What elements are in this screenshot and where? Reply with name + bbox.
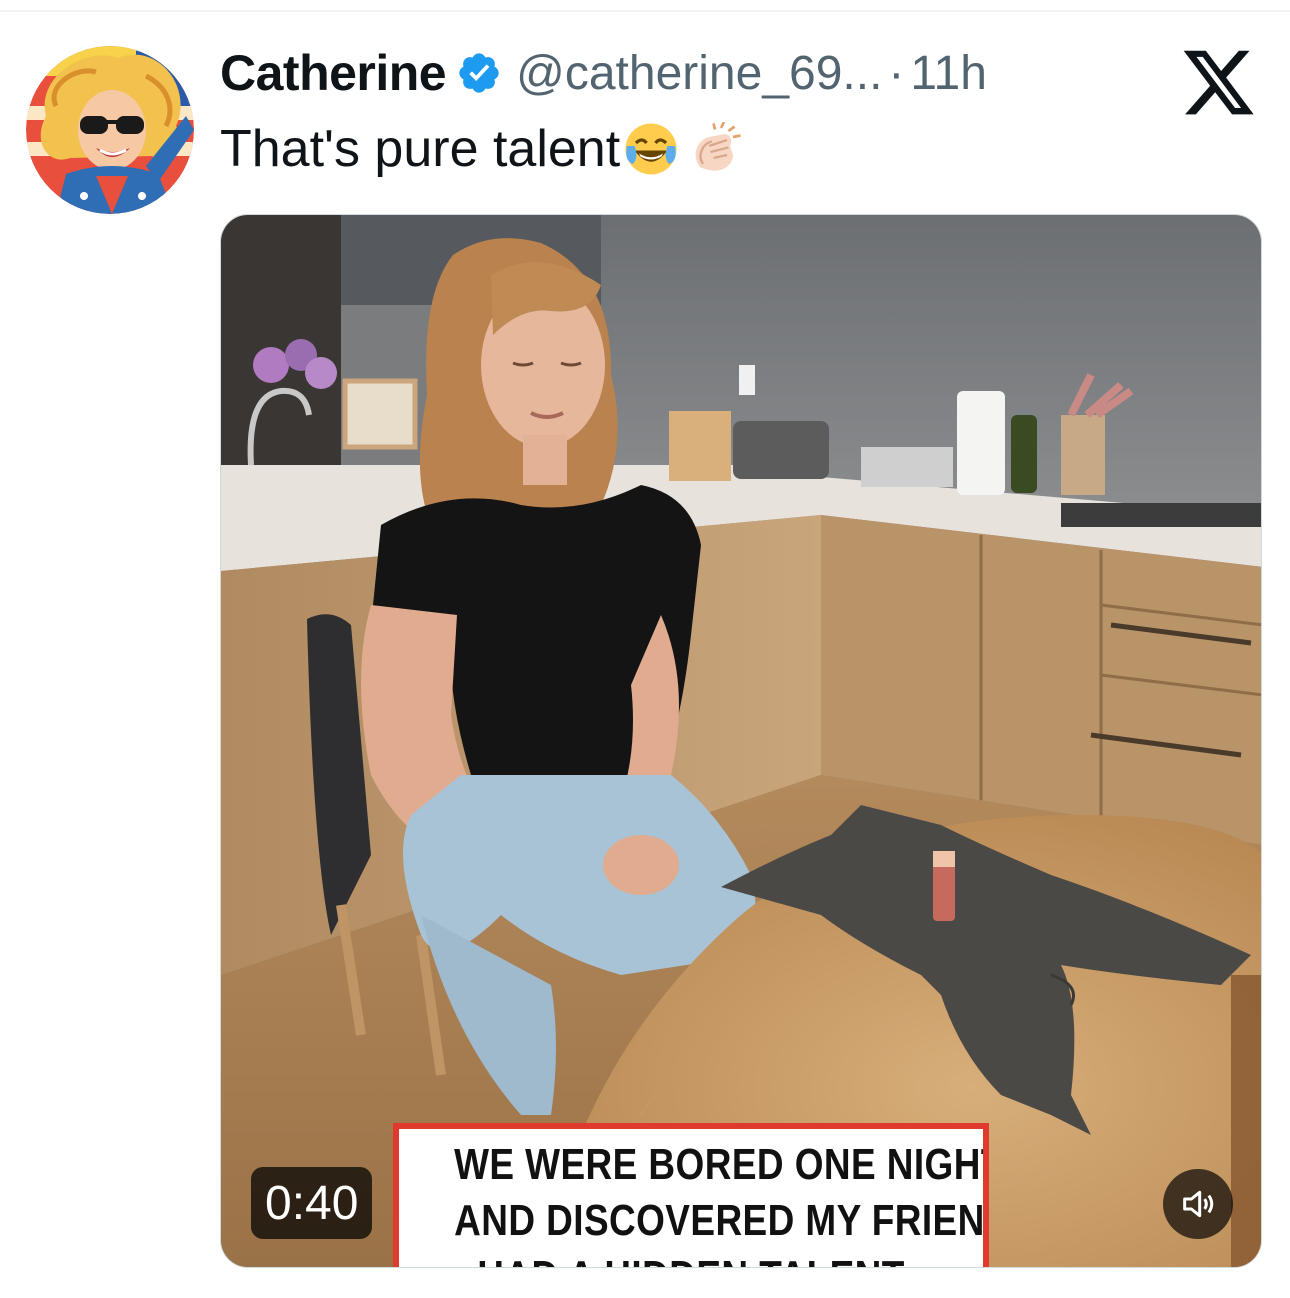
- author-handle[interactable]: @catherine_69...: [516, 46, 882, 101]
- tweet-text: That's pure talent: [220, 114, 742, 184]
- video-frame: [221, 215, 1261, 1267]
- verified-badge-icon: [456, 50, 502, 96]
- top-divider: [0, 10, 1290, 12]
- tweet-timestamp[interactable]: 11h: [910, 46, 987, 101]
- x-logo-icon[interactable]: [1180, 46, 1258, 116]
- caption-line-3: HAD A HIDDEN TALENT: [454, 1249, 928, 1267]
- speaker-muted-icon: [1183, 1190, 1214, 1218]
- clapping-hands-icon: [688, 121, 742, 176]
- separator-dot: ·: [888, 46, 905, 100]
- tweet-header: Catherine @catherine_69... · 11h: [220, 38, 987, 108]
- caption-line-2: AND DISCOVERED MY FRIEND: [454, 1196, 989, 1245]
- tweet-text-content: That's pure talent: [220, 120, 621, 178]
- video-player[interactable]: 0:40 WE WERE BORED ONE NIGHT AND DISCOVE…: [220, 214, 1262, 1268]
- avatar[interactable]: [26, 46, 194, 214]
- mute-button[interactable]: [1163, 1169, 1233, 1239]
- video-caption: WE WERE BORED ONE NIGHT AND DISCOVERED M…: [393, 1123, 989, 1267]
- author-name[interactable]: Catherine: [220, 44, 447, 102]
- caption-line-1: WE WERE BORED ONE NIGHT: [454, 1140, 989, 1189]
- video-duration: 0:40: [251, 1167, 373, 1239]
- avatar-illustration: [26, 46, 194, 214]
- face-with-tears-of-joy-icon: [624, 122, 678, 176]
